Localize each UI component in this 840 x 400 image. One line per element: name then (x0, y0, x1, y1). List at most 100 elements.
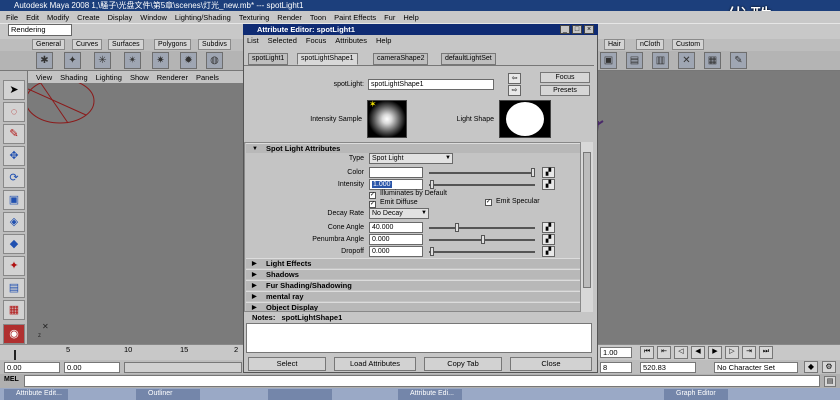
penumbra-slider-knob[interactable] (481, 235, 485, 244)
auto-key-icon[interactable]: ◆ (804, 361, 818, 373)
emit-specular-checkbox[interactable]: ✓ (485, 199, 492, 206)
menu-help[interactable]: Help (403, 13, 418, 22)
tab-camerashape2[interactable]: cameraShape2 (373, 53, 429, 65)
notes-textarea[interactable] (246, 323, 592, 353)
ae-menu-attributes[interactable]: Attributes (335, 36, 367, 45)
taskbar-attribute-editor-1[interactable]: Attribute Edit... (4, 389, 68, 400)
menu-lighting-shading[interactable]: Lighting/Shading (175, 13, 231, 22)
shelf-tab-surfaces[interactable]: Surfaces (108, 39, 144, 50)
menu-fur[interactable]: Fur (384, 13, 395, 22)
dropoff-field[interactable]: 0.000 (369, 246, 423, 257)
paint-select-tool-icon[interactable]: ✎ (3, 124, 25, 144)
section-fur-shading[interactable]: ▶ Fur Shading/Shadowing (246, 280, 580, 290)
move-tool-icon[interactable]: ✥ (3, 146, 25, 166)
cone-angle-field[interactable]: 40.000 (369, 222, 423, 233)
shelf-tab-subdivs[interactable]: Subdivs (198, 39, 231, 50)
step-back-key-icon[interactable]: ⇤ (657, 346, 671, 359)
range-end-value-field[interactable]: 520.83 (640, 362, 696, 373)
attribute-scrollbar[interactable] (580, 142, 593, 312)
menu-modify[interactable]: Modify (47, 13, 69, 22)
shelf-tab-ncloth[interactable]: nCloth (636, 39, 665, 50)
taskbar-outliner[interactable]: Outliner (136, 389, 200, 400)
command-input[interactable] (24, 375, 820, 387)
spot-light-icon[interactable]: ✱ (36, 52, 53, 69)
intensity-field[interactable]: 1.000 (369, 179, 423, 190)
shelf-tab-polygons[interactable]: Polygons (154, 39, 191, 50)
tab-defaultlightset[interactable]: defaultLightSet (441, 53, 496, 65)
dropoff-slider-knob[interactable] (430, 247, 434, 256)
menu-set-selector[interactable]: Rendering (8, 24, 72, 36)
dropoff-slider-track[interactable] (429, 251, 535, 253)
illuminates-checkbox[interactable]: ✓ (369, 192, 376, 199)
area-light-icon[interactable]: ✷ (152, 52, 169, 69)
menu-render[interactable]: Render (277, 13, 302, 22)
panel-menu-view[interactable]: View (36, 73, 52, 82)
input-connections-icon[interactable]: ⇦ (508, 73, 521, 84)
menu-window[interactable]: Window (140, 13, 167, 22)
color-slider-track[interactable] (429, 172, 535, 174)
menu-texturing[interactable]: Texturing (239, 13, 269, 22)
shelf-tab-curves[interactable]: Curves (72, 39, 103, 50)
dropoff-map-button-icon[interactable]: ▞ (542, 246, 555, 257)
point-light-icon[interactable]: ✦ (64, 52, 81, 69)
step-forward-frame-icon[interactable]: ▷ (725, 346, 739, 359)
layout-four-icon[interactable]: ▦ (3, 300, 25, 320)
select-tool-icon[interactable]: ➤ (3, 80, 25, 100)
current-time-marker[interactable] (14, 350, 16, 360)
menu-create[interactable]: Create (77, 13, 100, 22)
step-forward-key-icon[interactable]: ⇥ (742, 346, 756, 359)
manipulator-tool-icon[interactable]: ◈ (3, 212, 25, 232)
layout-single-icon[interactable]: ▤ (3, 278, 25, 298)
section-mental-ray[interactable]: ▶ mental ray (246, 291, 580, 301)
focus-button[interactable]: Focus (540, 72, 590, 83)
range-end-field[interactable]: 8 (600, 362, 632, 373)
menu-display[interactable]: Display (108, 13, 133, 22)
menu-paint-effects[interactable]: Paint Effects (334, 13, 376, 22)
cone-angle-slider-track[interactable] (429, 227, 535, 229)
menu-toon[interactable]: Toon (310, 13, 326, 22)
panel-menu-show[interactable]: Show (130, 73, 149, 82)
color-swatch[interactable] (369, 167, 423, 178)
lasso-tool-icon[interactable]: ◌ (3, 102, 25, 122)
directional-light-icon[interactable]: ✴ (124, 52, 141, 69)
close-button[interactable]: Close (510, 357, 592, 371)
light-linking-icon[interactable]: ▦ (704, 52, 721, 69)
decay-rate-dropdown[interactable]: No Decay ▼ (369, 208, 429, 219)
anim-prefs-icon[interactable]: ⚙ (822, 361, 836, 373)
range-slider-bar[interactable] (124, 362, 242, 373)
play-backward-icon[interactable]: ◀ (691, 346, 705, 359)
intensity-slider-knob[interactable] (430, 180, 434, 189)
camera-icon[interactable]: ◍ (206, 52, 223, 69)
close-icon[interactable]: × (584, 25, 594, 34)
section-object-display[interactable]: ▶ Object Display (246, 302, 580, 311)
tab-spotlight1[interactable]: spotLight1 (248, 53, 289, 65)
color-slider-knob[interactable] (531, 168, 535, 177)
shelf-tab-hair[interactable]: Hair (604, 39, 625, 50)
scrollbar-thumb[interactable] (583, 152, 591, 288)
presets-button[interactable]: Presets (540, 85, 590, 96)
output-connections-icon[interactable]: ⇨ (508, 85, 521, 96)
section-light-effects[interactable]: ▶ Light Effects (246, 258, 580, 268)
render-settings-icon[interactable]: ▥ (652, 52, 669, 69)
ae-menu-list[interactable]: List (247, 36, 259, 45)
go-to-start-icon[interactable]: ⏮ (640, 346, 654, 359)
maximize-icon[interactable]: □ (572, 25, 582, 34)
taskbar-graph-editor[interactable]: Graph Editor (664, 389, 728, 400)
emit-diffuse-checkbox[interactable]: ✓ (369, 201, 376, 208)
color-map-button-icon[interactable]: ▞ (542, 167, 555, 178)
panel-menu-panels[interactable]: Panels (196, 73, 219, 82)
ambient-light-icon[interactable]: ✳ (94, 52, 111, 69)
intensity-map-button-icon[interactable]: ▞ (542, 179, 555, 190)
panel-menu-renderer[interactable]: Renderer (157, 73, 188, 82)
paint-icon[interactable]: ✎ (730, 52, 747, 69)
node-name-field[interactable]: spotLightShape1 (368, 79, 494, 90)
attribute-editor-title[interactable]: Attribute Editor: spotLight1 (243, 24, 598, 35)
panel-menu-shading[interactable]: Shading (60, 73, 88, 82)
range-start-field[interactable]: 0.00 (4, 362, 60, 373)
minimize-icon[interactable]: _ (560, 25, 570, 34)
soft-mod-tool-icon[interactable]: ◆ (3, 234, 25, 254)
cone-angle-slider-knob[interactable] (455, 223, 459, 232)
section-spot-light-attributes[interactable]: ▼ Spot Light Attributes (246, 143, 580, 153)
scale-tool-icon[interactable]: ▣ (3, 190, 25, 210)
shelf-tab-general[interactable]: General (32, 39, 65, 50)
